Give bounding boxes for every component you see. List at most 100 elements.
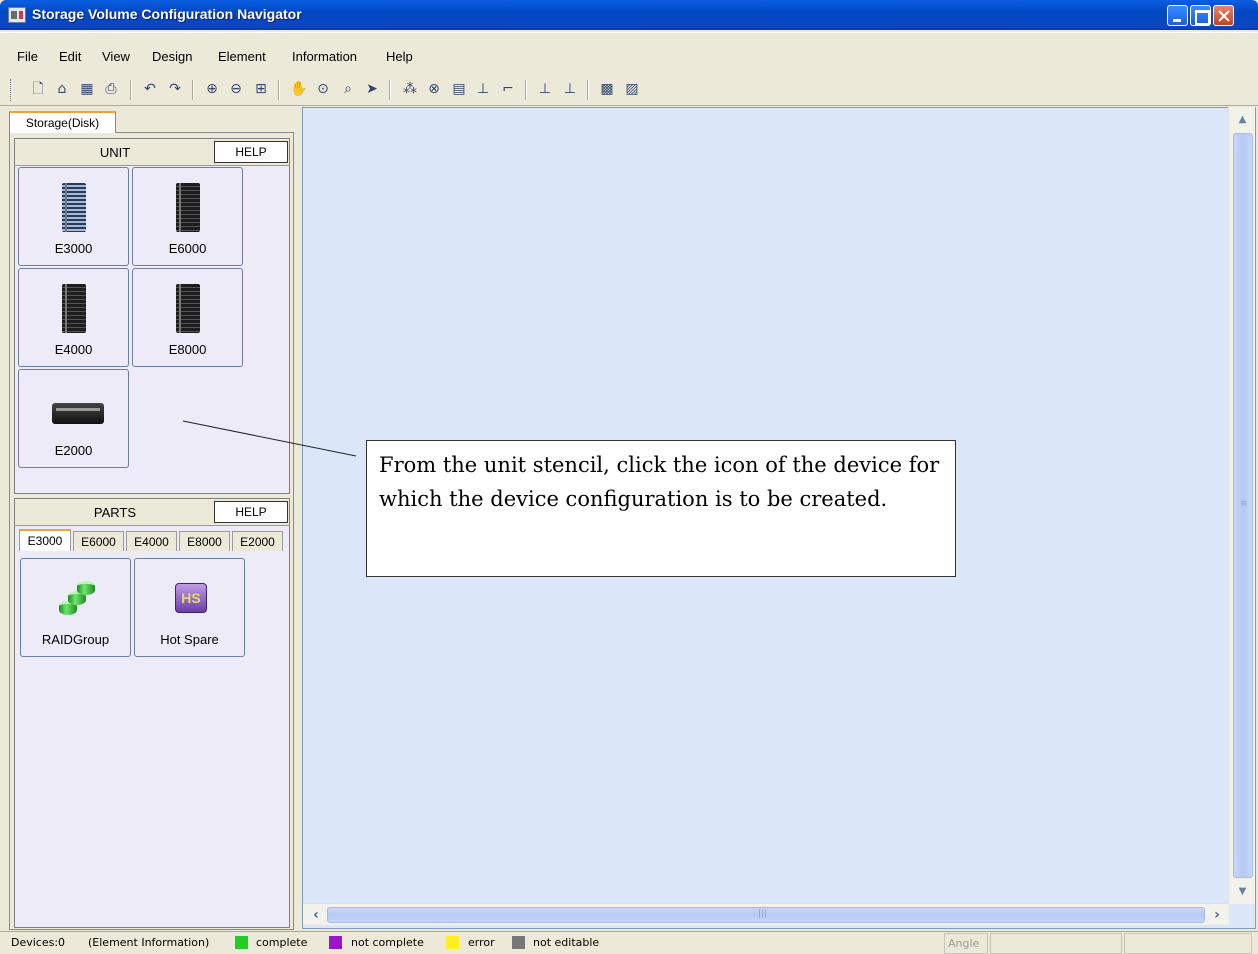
zoom-out-icon[interactable]: ⊖	[226, 79, 246, 99]
route-icon[interactable]: ⌐	[498, 79, 518, 99]
horizontal-scrollbar[interactable]: ‹ ||| ›	[303, 903, 1229, 925]
legend-swatch-error	[446, 936, 459, 949]
legend-label-not-complete: not complete	[351, 936, 424, 949]
layout-tree-icon[interactable]: ⁂	[400, 79, 420, 99]
device-count: Devices:0	[11, 936, 66, 949]
minimize-button[interactable]	[1167, 5, 1188, 26]
unit-stencil: UNIT HELP E3000 E6000 E4000 E8000 E2000	[14, 138, 290, 494]
unit-e2000[interactable]: E2000	[18, 369, 129, 468]
parts-tabs: E3000 E6000 E4000 E8000 E2000	[19, 529, 287, 551]
storage-rack-icon	[176, 183, 200, 232]
toolbar-separator	[389, 80, 391, 100]
unit-label: E8000	[168, 342, 207, 357]
fit-icon[interactable]: ⊞	[251, 79, 271, 99]
angle-label: Angle	[948, 937, 980, 950]
scroll-grip-icon: |||	[758, 909, 768, 919]
part-raidgroup[interactable]: RAIDGroup	[20, 558, 131, 657]
toolbar: 🗋 ⌂ ▦ ⎙ ↶ ↷ ⊕ ⊖ ⊞ ✋ ⊙ ⌕ ➤ ⁂ ⊗ ▤ ⊥ ⌐ ⊥ ⊥ …	[0, 76, 1258, 106]
unit-e8000[interactable]: E8000	[132, 268, 243, 367]
unit-label: E2000	[54, 443, 93, 458]
menu-element[interactable]: Element	[218, 49, 266, 64]
unit-help-button[interactable]: HELP	[214, 141, 288, 163]
parts-tab-e4000[interactable]: E4000	[126, 531, 177, 551]
part-label: RAIDGroup	[41, 632, 110, 647]
scroll-right-icon[interactable]: ›	[1206, 904, 1228, 925]
unit-e3000[interactable]: E3000	[18, 167, 129, 266]
scroll-up-icon[interactable]: ▲	[1229, 109, 1256, 130]
save-icon[interactable]: ▦	[77, 79, 97, 99]
parts-tab-e6000[interactable]: E6000	[73, 531, 124, 551]
print-icon[interactable]: ⎙	[101, 79, 121, 99]
menu-file[interactable]: File	[17, 49, 38, 64]
unit-label: E6000	[168, 241, 207, 256]
group-icon[interactable]: ▩	[597, 79, 617, 99]
toolbar-grip[interactable]	[10, 79, 13, 101]
element-information: (Element Information)	[88, 936, 210, 949]
angle-field: Angle	[944, 933, 988, 954]
legend-swatch-complete	[235, 936, 248, 949]
title-bar: Storage Volume Configuration Navigator	[0, 0, 1258, 30]
storage-rack-icon	[62, 284, 86, 333]
scroll-down-icon[interactable]: ▼	[1229, 881, 1256, 902]
parts-tab-e3000[interactable]: E3000	[19, 529, 71, 551]
parts-stencil-header: PARTS HELP	[15, 499, 289, 526]
maximize-button[interactable]	[1190, 5, 1211, 26]
parts-tab-e2000[interactable]: E2000	[232, 531, 283, 551]
hierarchy-icon[interactable]: ⊥	[473, 79, 493, 99]
scroll-left-icon[interactable]: ‹	[305, 904, 327, 925]
tab-storage-disk[interactable]: Storage(Disk)	[9, 111, 116, 133]
part-hot-spare[interactable]: HS Hot Spare	[134, 558, 245, 657]
scroll-grip-icon: ≡	[1240, 499, 1248, 509]
vertical-scrollbar[interactable]: ▲ ≡ ▼	[1228, 107, 1255, 904]
raid-disks-icon	[59, 581, 95, 619]
redo-icon[interactable]: ↷	[165, 79, 185, 99]
close-button[interactable]	[1213, 5, 1234, 26]
status-field	[1124, 933, 1252, 954]
app-icon	[8, 7, 26, 23]
menu-bar: File Edit View Design Element Informatio…	[0, 46, 1258, 68]
legend-swatch-not-editable	[512, 936, 525, 949]
status-field	[990, 933, 1122, 954]
legend-label-error: error	[468, 936, 495, 949]
menu-information[interactable]: Information	[292, 49, 357, 64]
menu-design[interactable]: Design	[152, 49, 192, 64]
parts-stencil-title: PARTS	[93, 505, 137, 520]
undo-icon[interactable]: ↶	[140, 79, 160, 99]
align-right-icon[interactable]: ⊥	[560, 79, 580, 99]
vertical-scroll-thumb[interactable]: ≡	[1233, 133, 1253, 878]
find-icon[interactable]: ⌕	[338, 79, 358, 99]
toolbar-separator	[130, 80, 132, 100]
part-label: Hot Spare	[160, 632, 219, 647]
pan-hand-icon[interactable]: ✋	[289, 79, 309, 99]
zoom-area-icon[interactable]: ⊙	[313, 79, 333, 99]
storage-rack-icon	[62, 183, 86, 232]
unit-e4000[interactable]: E4000	[18, 268, 129, 367]
parts-stencil: PARTS HELP E3000 E6000 E4000 E8000 E2000…	[14, 498, 290, 928]
connect-icon[interactable]: ⊗	[424, 79, 444, 99]
menu-help[interactable]: Help	[386, 49, 413, 64]
menu-edit[interactable]: Edit	[59, 49, 81, 64]
toolbar-separator	[587, 80, 589, 100]
parts-tab-e8000[interactable]: E8000	[179, 531, 230, 551]
menu-divider	[0, 32, 1258, 33]
legend-label-not-editable: not editable	[533, 936, 600, 949]
zoom-in-icon[interactable]: ⊕	[202, 79, 222, 99]
toolbar-separator	[525, 80, 527, 100]
new-icon[interactable]: 🗋	[28, 79, 48, 99]
instruction-callout: From the unit stencil, click the icon of…	[366, 440, 956, 577]
open-icon[interactable]: ⌂	[52, 79, 72, 99]
unit-stencil-header: UNIT HELP	[15, 139, 289, 166]
select-pointer-icon[interactable]: ➤	[362, 79, 382, 99]
toolbar-separator	[192, 80, 194, 100]
ungroup-icon[interactable]: ▨	[622, 79, 642, 99]
status-bar: Devices:0 (Element Information) complete…	[0, 931, 1258, 954]
parts-help-button[interactable]: HELP	[214, 501, 288, 523]
legend-swatch-not-complete	[329, 936, 342, 949]
toolbar-separator	[278, 80, 280, 100]
horizontal-scroll-thumb[interactable]: |||	[327, 907, 1205, 923]
unit-label: E3000	[54, 241, 93, 256]
grid-icon[interactable]: ▤	[449, 79, 469, 99]
menu-view[interactable]: View	[102, 49, 130, 64]
align-left-icon[interactable]: ⊥	[535, 79, 555, 99]
unit-e6000[interactable]: E6000	[132, 167, 243, 266]
